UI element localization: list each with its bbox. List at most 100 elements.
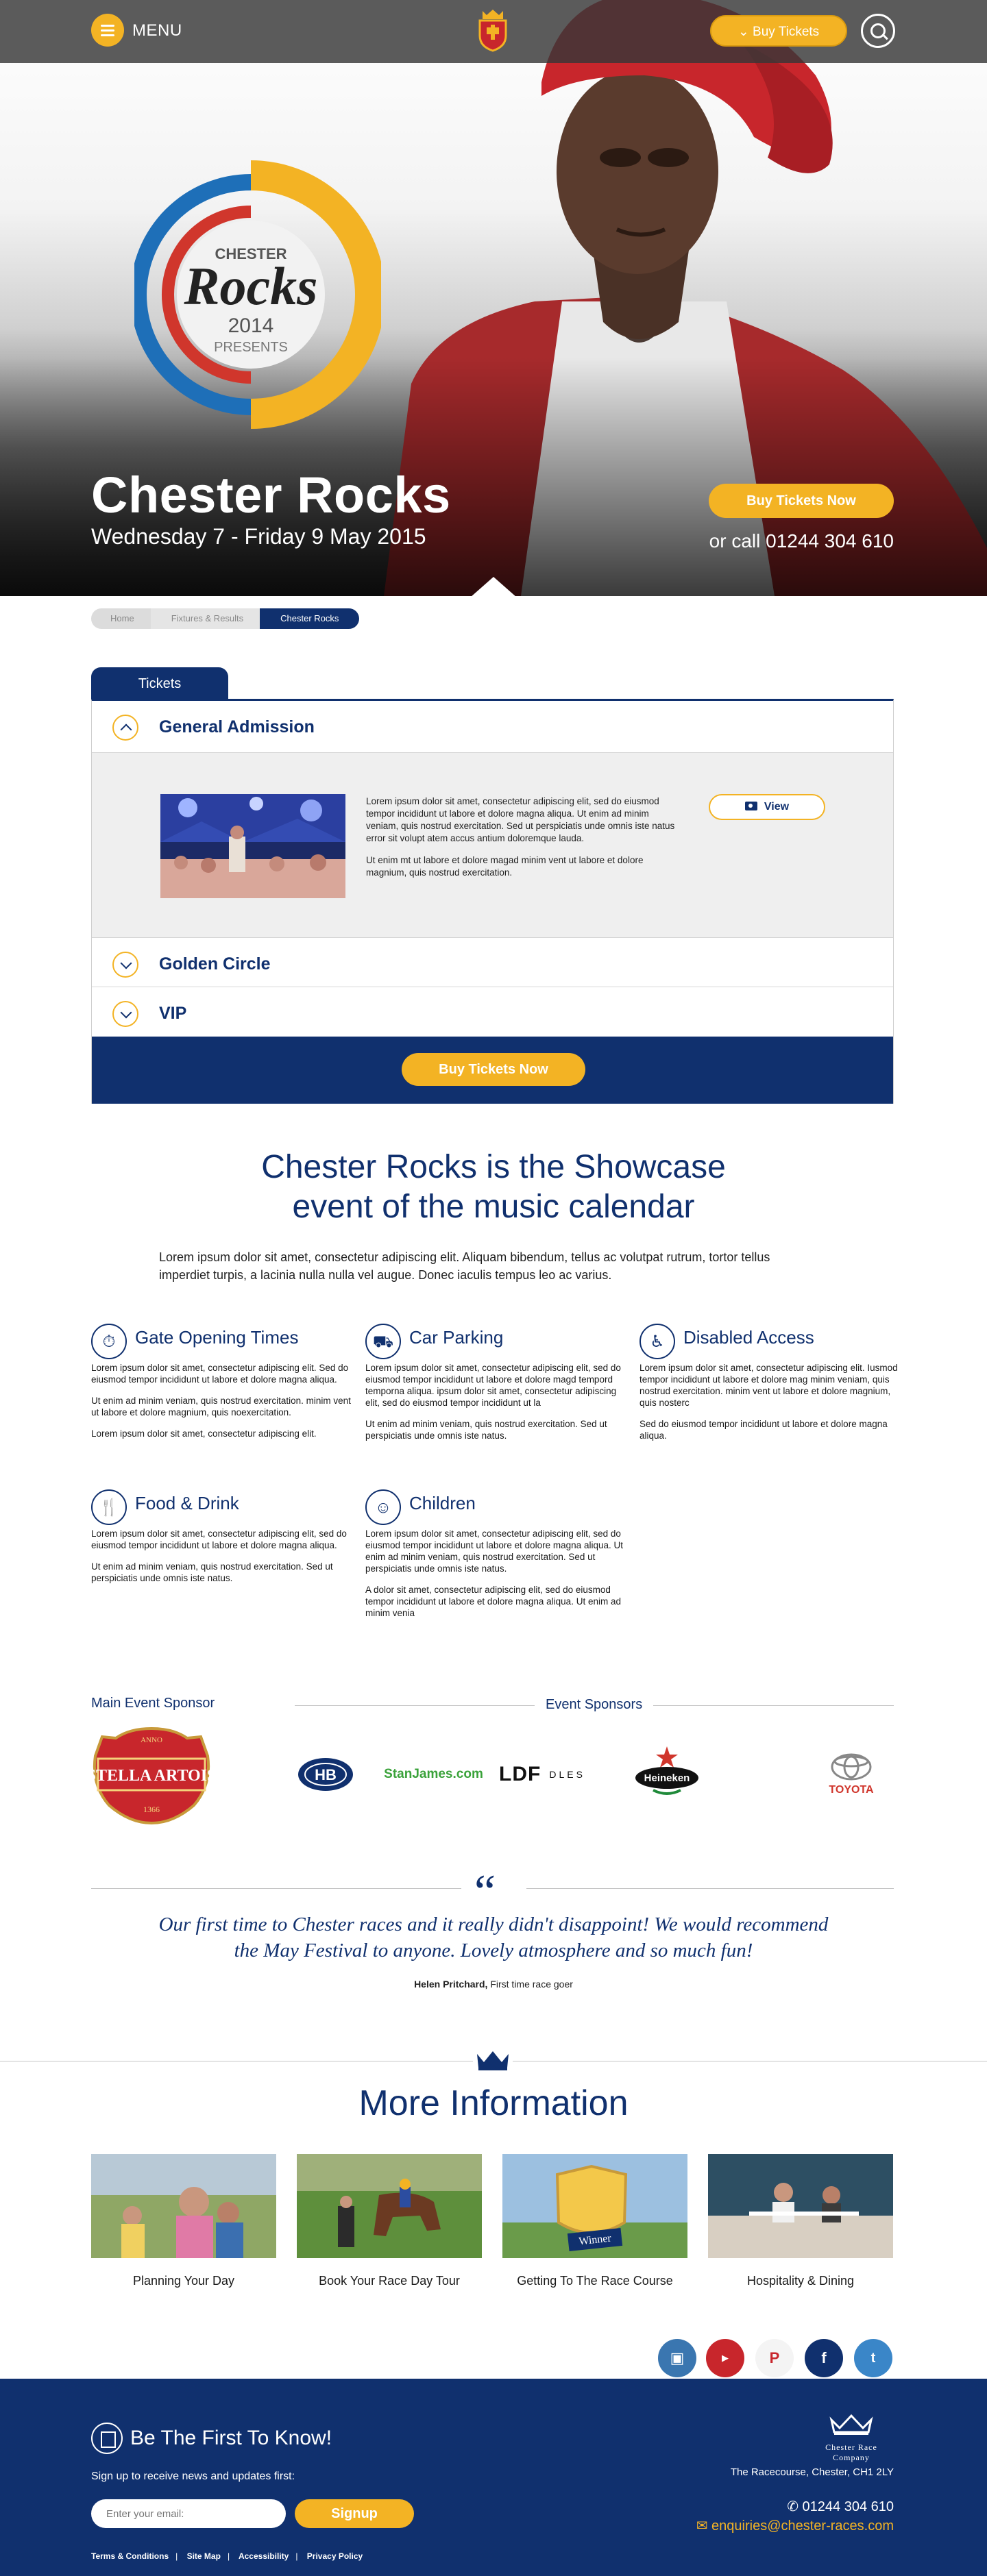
chevron-down-icon[interactable] [112,1001,138,1027]
showcase-heading: Chester Rocks is the Showcase event of t… [0,1148,987,1227]
accordion-panel: Lorem ipsum dolor sit amet, consectetur … [92,753,893,938]
dles-text: DLES [549,1769,585,1780]
hero-banner: CHESTER Rocks 2014 PRESENTS Chester Rock… [0,0,987,596]
youtube-icon[interactable]: ▶ [706,2339,744,2377]
card-hospitality-dining[interactable]: Hospitality & Dining [708,2154,893,2288]
footer-link-terms[interactable]: Terms & Conditions [91,2551,169,2561]
main-sponsor-label: Main Event Sponsor [91,1696,215,1711]
buy-tickets-now-button[interactable]: Buy Tickets Now [402,1053,585,1086]
footer-link-sitemap[interactable]: Site Map [187,2551,221,2561]
testimonial-author-role: First time race goer [487,1979,573,1990]
car-icon: ⛟ [365,1324,401,1359]
search-icon[interactable] [861,14,895,48]
breadcrumb-fixtures[interactable]: Fixtures & Results [150,608,260,629]
heineken-logo-text: Heineken [644,1772,690,1784]
card-label: Planning Your Day [132,2274,235,2288]
hero-buy-tickets-button[interactable]: Buy Tickets Now [709,484,894,518]
accordion-title: General Admission [159,717,315,736]
more-info-title: More Information [358,2083,629,2123]
tickets-footer: Buy Tickets Now [92,1037,893,1104]
stella-year-text: 1366 [143,1805,160,1814]
phone-icon: ✆ [787,2499,803,2514]
breadcrumb: Home Fixtures & Results Chester Rocks [91,608,360,629]
footer-email-address: enquiries@chester-races.com [711,2518,894,2534]
instagram-icon[interactable]: ▣ [658,2339,696,2377]
hb-logo-text: HB [315,1766,337,1783]
sponsor-toyota[interactable]: TOYOTA [809,1747,894,1802]
footer-phone-number: 01244 304 610 [802,2499,894,2514]
stella-anno-text: ANNO [141,1736,162,1744]
twitter-icon[interactable]: t [854,2339,892,2377]
menu-icon[interactable] [91,14,124,47]
footer-links: Terms & Conditions | Site Map | Accessibil… [91,2551,363,2561]
info-gate-opening-times: ⏱ Gate Opening Times Lorem ipsum dolor s… [91,1324,352,1449]
info-paragraph: Ut enim ad minim veniam, quis nostrud ex… [91,1396,351,1417]
sponsor-ldf[interactable]: LDF DLES [491,1754,594,1795]
info-title: Car Parking [409,1327,504,1348]
info-food-drink: 🍴 Food & Drink Lorem ipsum dolor sit ame… [91,1489,352,1594]
tickets-accordion: General Admission Lorem ipsum dolor sit … [91,699,894,1104]
crown-icon [473,2048,513,2072]
hero-notch [470,577,517,596]
footer-link-privacy[interactable]: Privacy Policy [307,2551,363,2561]
logo-presents-text: PRESENTS [214,340,288,355]
accordion-vip[interactable]: VIP [92,987,893,1037]
company-logo[interactable]: Chester Race Company [809,2413,894,2463]
newsletter-title: Be The First To Know! [130,2427,332,2449]
quote-divider-right [526,1888,894,1889]
tab-tickets[interactable]: Tickets [91,667,228,700]
card-book-race-day-tour[interactable]: Book Your Race Day Tour [297,2154,482,2288]
info-title: Disabled Access [683,1327,814,1348]
site-footer: Be The First To Know! Sign up to receive… [0,2379,987,2576]
signup-button[interactable]: Signup [295,2499,414,2528]
sponsor-hb[interactable]: HB [295,1754,356,1795]
logo-year-text: 2014 [228,314,274,337]
chester-rocks-logo: CHESTER Rocks 2014 PRESENTS [134,160,381,429]
child-icon: ☺ [365,1489,401,1525]
race-course-photo: Winner [502,2154,687,2258]
info-paragraph: Sed do eiusmod tempor incididunt ut labo… [639,1419,888,1441]
header-buy-tickets-label: Buy Tickets [753,25,820,39]
chester-crest-logo[interactable] [477,8,509,52]
accordion-general-admission[interactable]: General Admission [92,701,893,753]
info-paragraph: Ut enim ad minim veniam, quis nostrud ex… [365,1419,607,1441]
info-car-parking: ⛟ Car Parking Lorem ipsum dolor sit amet… [365,1324,626,1451]
card-planning-your-day[interactable]: Planning Your Day [91,2154,276,2288]
accordion-paragraph: Lorem ipsum dolor sit amet, consectetur … [366,796,675,843]
testimonial-quote: Our first time to Chester races and it r… [137,1911,850,1964]
toyota-logo-text: TOYOTA [829,1784,874,1796]
facebook-icon[interactable]: f [805,2339,843,2377]
breadcrumb-home[interactable]: Home [91,608,151,629]
testimonial-line: the May Festival to anyone. Lovely atmos… [234,1940,753,1961]
info-title: Food & Drink [135,1493,239,1513]
testimonial-author-name: Helen Pritchard, [414,1979,488,1990]
breadcrumb-current: Chester Rocks [260,608,360,629]
heineken-logo: Heineken [635,1746,698,1795]
sponsor-heineken[interactable]: Heineken [629,1744,705,1798]
accordion-title: Golden Circle [159,954,271,974]
stella-artois-logo[interactable]: ANNO STELLA ARTOIS 1366 [91,1723,212,1826]
header-buy-tickets-button[interactable]: ⌄ Buy Tickets [710,15,847,47]
footer-link-accessibility[interactable]: Accessibility [239,2551,289,2561]
menu-label[interactable]: MENU [132,21,182,40]
view-gallery-button[interactable]: View [709,794,825,820]
footer-email[interactable]: ✉ enquiries@chester-races.com [696,2517,894,2534]
sponsor-stanjames[interactable]: StanJames.com [384,1754,483,1795]
info-paragraph: Lorem ipsum dolor sit amet, consectetur … [91,1363,349,1385]
accordion-golden-circle[interactable]: Golden Circle [92,938,893,987]
stella-name-text: STELLA ARTOIS [91,1767,212,1785]
hero-title: Chester Rocks [91,467,451,523]
newsletter-icon [91,2423,123,2454]
showcase-intro: Lorem ipsum dolor sit amet, consectetur … [159,1250,770,1282]
info-paragraph: Lorem ipsum dolor sit amet, consectetur … [365,1528,623,1574]
card-label: Getting To The Race Course [517,2274,673,2288]
hospitality-photo [708,2154,893,2258]
chevron-up-icon[interactable] [112,715,138,741]
pinterest-icon[interactable]: P [755,2339,794,2377]
newsletter-email-input[interactable] [91,2499,286,2528]
info-paragraph: Lorem ipsum dolor sit amet, consectetur … [365,1363,621,1408]
card-getting-to-race-course[interactable]: Winner Getting To The Race Course [502,2154,687,2288]
chevron-down-icon[interactable] [112,952,138,978]
info-paragraph: Lorem ipsum dolor sit amet, consectetur … [639,1363,898,1408]
planning-day-photo [91,2154,276,2258]
